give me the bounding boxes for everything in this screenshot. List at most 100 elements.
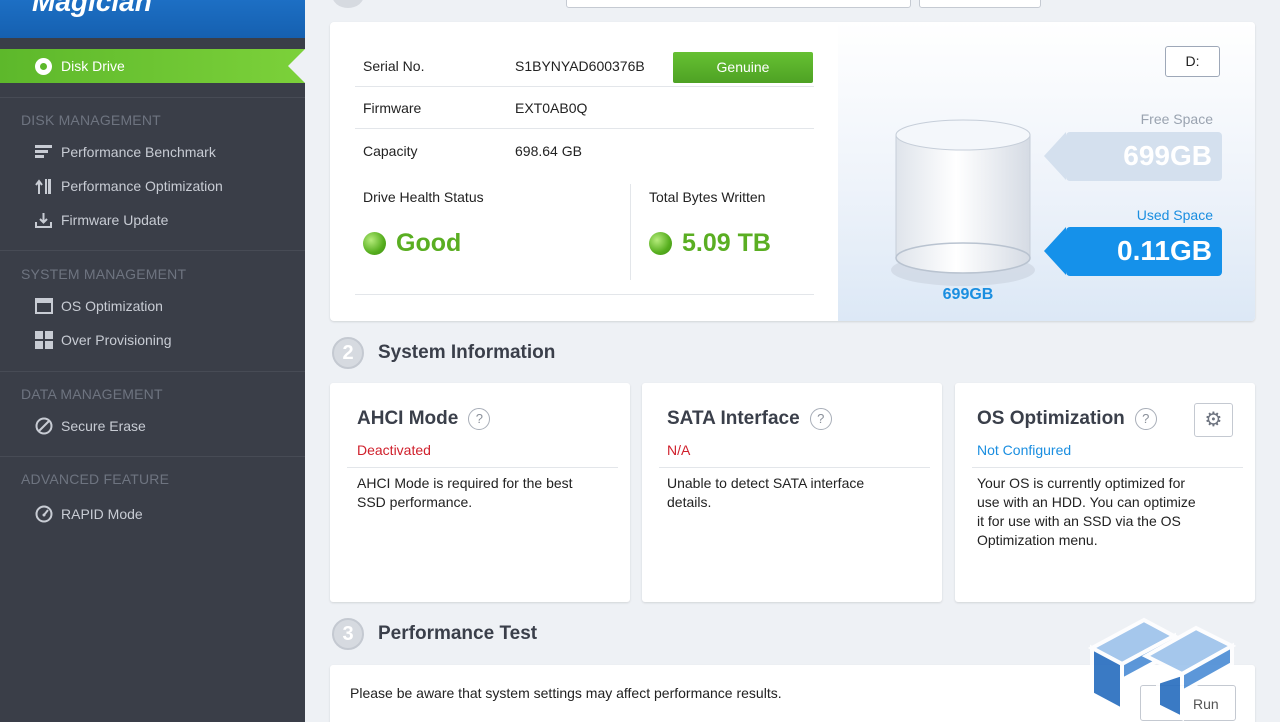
- section-title-system-information: System Information: [378, 342, 556, 363]
- benchmark-bars-icon: [34, 143, 53, 161]
- desc-line: it for use with an SSD via the OS: [977, 513, 1181, 529]
- sidebar-item-secure-erase[interactable]: Secure Erase: [34, 415, 146, 437]
- sidebar-item-performance-optimization[interactable]: Performance Optimization: [34, 175, 223, 197]
- section-number-3: 3: [332, 618, 364, 650]
- capacity-row: Capacity 698.64 GB: [355, 130, 814, 172]
- section-heading-disk-management: DISK MANAGEMENT: [21, 112, 161, 128]
- divider: [0, 371, 305, 372]
- card-description: AHCI Mode is required for the best SSD p…: [357, 474, 573, 512]
- card-title: OS Optimization ?: [977, 408, 1157, 430]
- desc-line: Your OS is currently optimized for: [977, 475, 1186, 491]
- card-title-text: OS Optimization: [977, 408, 1125, 429]
- divider: [659, 467, 930, 468]
- drive-letter-button[interactable]: D:: [1165, 46, 1220, 77]
- sidebar-item-label: Over Provisioning: [61, 332, 172, 348]
- sidebar-item-performance-benchmark[interactable]: Performance Benchmark: [34, 141, 216, 163]
- sidebar: Magician Disk Drive DISK MANAGEMENT Perf…: [0, 0, 305, 722]
- app-logo: Magician: [32, 0, 152, 17]
- sidebar-item-disk-drive[interactable]: Disk Drive: [0, 49, 305, 83]
- desc-line: AHCI Mode is required for the best: [357, 475, 573, 491]
- card-description: Your OS is currently optimized for use w…: [977, 474, 1196, 550]
- desc-line: use with an HDD. You can optimize: [977, 494, 1196, 510]
- tbw-label: Total Bytes Written: [649, 189, 766, 205]
- used-space-label: Used Space: [1136, 207, 1213, 223]
- divider: [630, 184, 631, 280]
- os-optimization-card: OS Optimization ? ⚙ Not Configured Your …: [955, 383, 1255, 602]
- help-icon[interactable]: ?: [1134, 408, 1157, 430]
- card-title-text: AHCI Mode: [357, 408, 459, 429]
- refresh-button[interactable]: [919, 0, 1041, 8]
- disk-cylinder-icon: [891, 119, 1035, 286]
- free-space-label: Free Space: [1140, 111, 1213, 127]
- sata-interface-card: SATA Interface ? N/A Unable to detect SA…: [642, 383, 942, 602]
- free-space-tag: 699GB: [1044, 132, 1222, 181]
- speedometer-icon: [34, 505, 53, 523]
- card-description: Unable to detect SATA interface details.: [667, 474, 864, 512]
- desc-line: details.: [667, 494, 712, 510]
- divider: [347, 467, 618, 468]
- watermark-logo-icon: [1087, 617, 1237, 722]
- help-icon[interactable]: ?: [809, 408, 832, 430]
- section-title-performance-test: Performance Test: [378, 623, 538, 644]
- tbw-status: 5.09 TB: [649, 229, 771, 258]
- settings-gear-button[interactable]: ⚙: [1194, 403, 1233, 437]
- capacity-label: Capacity: [363, 143, 418, 159]
- used-space-tag: 0.11GB: [1044, 227, 1222, 276]
- prohibit-circle-icon: [34, 417, 53, 435]
- status-green-dot-icon: [649, 232, 672, 255]
- status-green-dot-icon: [363, 232, 386, 255]
- sidebar-item-rapid-mode[interactable]: RAPID Mode: [34, 503, 143, 525]
- logo-bar: Magician: [0, 0, 305, 38]
- tbw-value: 5.09 TB: [682, 229, 771, 257]
- status-text: Not Configured: [977, 442, 1072, 458]
- section-heading-data-management: DATA MANAGEMENT: [21, 386, 163, 402]
- sidebar-item-label: Performance Optimization: [61, 178, 223, 194]
- firmware-label: Firmware: [363, 100, 422, 116]
- sidebar-item-label: Secure Erase: [61, 418, 146, 434]
- health-block: Drive Health Status Good Total Bytes Wri…: [355, 178, 814, 295]
- total-capacity-label: 699GB: [942, 286, 994, 303]
- grid-blocks-icon: [34, 331, 53, 349]
- window-icon: [34, 297, 53, 315]
- status-text: Deactivated: [357, 442, 431, 458]
- capacity-panel: D: 699GB Free Space 699GB Used Space 0.1…: [838, 22, 1255, 321]
- card-title: AHCI Mode ?: [357, 408, 491, 430]
- firmware-value: EXT0AB0Q: [515, 100, 588, 116]
- health-label: Drive Health Status: [363, 189, 484, 205]
- sidebar-item-label: Disk Drive: [61, 58, 125, 74]
- sidebar-item-label: Performance Benchmark: [61, 144, 216, 160]
- health-value: Good: [396, 229, 462, 257]
- sidebar-item-label: Firmware Update: [61, 212, 169, 228]
- section-number-1: [332, 0, 364, 8]
- desc-line: SSD performance.: [357, 494, 473, 510]
- radio-dot-icon: [35, 58, 52, 75]
- card-title: SATA Interface ?: [667, 408, 832, 430]
- performance-note: Please be aware that system settings may…: [350, 685, 782, 701]
- section-number-2: 2: [332, 337, 364, 369]
- help-icon[interactable]: ?: [468, 408, 491, 430]
- free-space-value: 699GB: [1123, 140, 1212, 171]
- sidebar-item-firmware-update[interactable]: Firmware Update: [34, 209, 168, 231]
- sidebar-item-label: OS Optimization: [61, 298, 163, 314]
- section-heading-system-management: SYSTEM MANAGEMENT: [21, 266, 187, 282]
- divider: [0, 250, 305, 251]
- divider: [972, 467, 1243, 468]
- used-space-value: 0.11GB: [1117, 235, 1212, 266]
- divider: [0, 97, 305, 98]
- section-heading-advanced-feature: ADVANCED FEATURE: [21, 471, 170, 487]
- ahci-mode-card: AHCI Mode ? Deactivated AHCI Mode is req…: [330, 383, 630, 602]
- status-text: N/A: [667, 442, 691, 458]
- desc-line: Unable to detect SATA interface: [667, 475, 865, 491]
- firmware-row: Firmware EXT0AB0Q: [355, 87, 814, 129]
- capacity-value: 698.64 GB: [515, 143, 582, 159]
- genuine-badge[interactable]: Genuine: [673, 52, 813, 83]
- drive-select-dropdown[interactable]: [566, 0, 911, 8]
- sidebar-item-label: RAPID Mode: [61, 506, 143, 522]
- sidebar-item-os-optimization[interactable]: OS Optimization: [34, 295, 163, 317]
- health-status: Good: [363, 229, 461, 258]
- drive-info-card: Serial No. S1BYNYAD600376B Genuine Firmw…: [330, 22, 1255, 321]
- divider: [0, 456, 305, 457]
- active-pointer: [288, 49, 305, 83]
- serial-label: Serial No.: [363, 58, 425, 74]
- sidebar-item-over-provisioning[interactable]: Over Provisioning: [34, 329, 172, 351]
